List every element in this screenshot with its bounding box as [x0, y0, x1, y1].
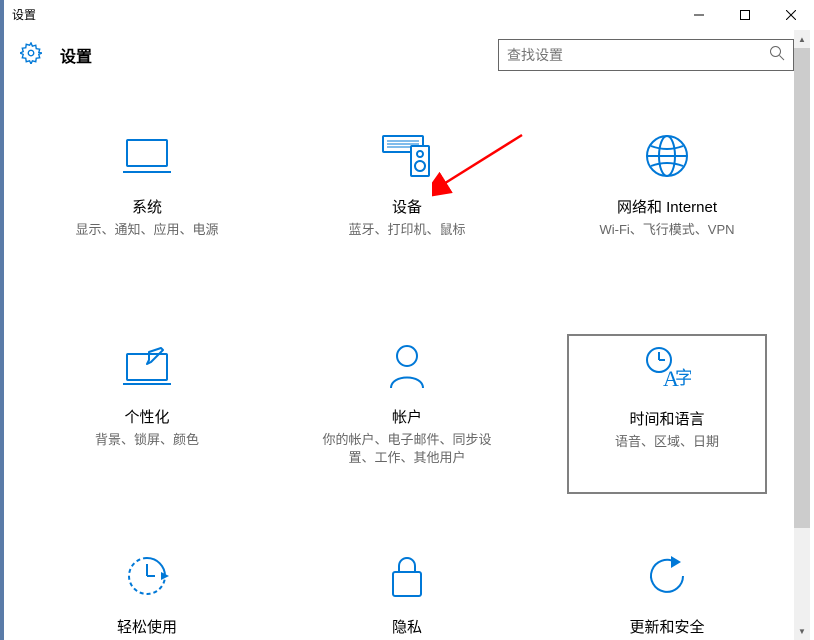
tiles-grid: 系统 显示、通知、应用、电源 设备 蓝牙、打印机、鼠标	[50, 124, 764, 640]
tile-system[interactable]: 系统 显示、通知、应用、电源	[47, 124, 247, 284]
window-controls	[676, 0, 814, 30]
tile-desc: 你的帐户、电子邮件、同步设置、工作、其他用户	[307, 431, 507, 467]
content: 系统 显示、通知、应用、电源 设备 蓝牙、打印机、鼠标	[0, 80, 814, 640]
tile-desc: 语音、区域、日期	[605, 433, 729, 451]
tile-desc: 蓝牙、打印机、鼠标	[338, 221, 475, 239]
update-icon	[645, 546, 689, 606]
ease-of-access-icon	[125, 546, 169, 606]
svg-text:字: 字	[675, 368, 691, 388]
scrollbar[interactable]: ▲ ▼	[794, 30, 810, 640]
time-language-icon: A 字	[643, 338, 691, 398]
tile-accounts[interactable]: 帐户 你的帐户、电子邮件、同步设置、工作、其他用户	[307, 334, 507, 494]
scrollbar-thumb[interactable]	[794, 48, 810, 528]
tile-ease-of-access[interactable]: 轻松使用 讲述人、放大镜、高对比度	[47, 544, 247, 640]
tile-title: 轻松使用	[117, 616, 177, 637]
tile-time-language[interactable]: A 字 时间和语言 语音、区域、日期	[567, 334, 767, 494]
tile-devices[interactable]: 设备 蓝牙、打印机、鼠标	[307, 124, 507, 284]
header: 设置	[0, 30, 814, 80]
tile-title: 个性化	[124, 406, 169, 427]
globe-icon	[645, 126, 689, 186]
gear-icon	[20, 42, 42, 69]
tile-title: 设备	[392, 196, 422, 217]
tile-desc: 显示、通知、应用、电源	[65, 221, 228, 239]
tile-title: 时间和语言	[629, 408, 704, 429]
tile-title: 帐户	[392, 406, 422, 427]
minimize-button[interactable]	[676, 0, 722, 30]
titlebar: 设置	[0, 0, 814, 30]
tile-title: 隐私	[392, 616, 422, 637]
system-icon	[123, 126, 171, 186]
lock-icon	[389, 546, 425, 606]
tile-personalization[interactable]: 个性化 背景、锁屏、颜色	[47, 334, 247, 494]
devices-icon	[381, 126, 433, 186]
maximize-button[interactable]	[722, 0, 768, 30]
scroll-down-icon[interactable]: ▼	[794, 622, 810, 640]
tile-title: 网络和 Internet	[617, 196, 717, 217]
tile-desc: Wi-Fi、飞行模式、VPN	[589, 221, 744, 239]
tile-title: 更新和安全	[629, 616, 704, 637]
accounts-icon	[387, 336, 427, 396]
tile-title: 系统	[132, 196, 162, 217]
tile-network[interactable]: 网络和 Internet Wi-Fi、飞行模式、VPN	[567, 124, 767, 284]
page-title: 设置	[60, 43, 92, 67]
tile-update-security[interactable]: 更新和安全 Windows 更新、恢复	[567, 544, 767, 640]
tile-privacy[interactable]: 隐私 位置、相机	[307, 544, 507, 640]
search-box[interactable]	[498, 39, 794, 71]
tile-desc: 背景、锁屏、颜色	[85, 431, 209, 449]
personalization-icon	[123, 336, 171, 396]
scroll-up-icon[interactable]: ▲	[794, 30, 810, 48]
search-icon	[769, 45, 785, 66]
search-input[interactable]	[507, 47, 757, 63]
close-button[interactable]	[768, 0, 814, 30]
window-title: 设置	[12, 6, 36, 23]
